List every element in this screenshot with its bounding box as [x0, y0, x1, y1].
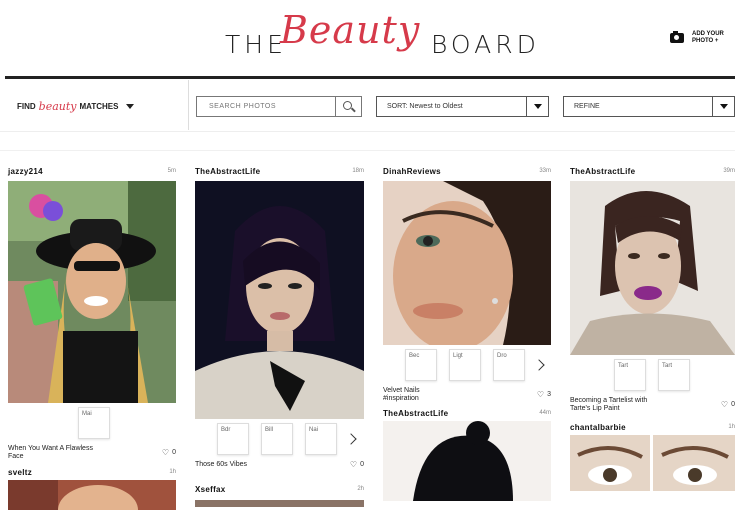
- find-prefix: FIND: [17, 102, 36, 111]
- card-time: 18m: [352, 168, 364, 174]
- sort-value: SORT: Newest to Oldest: [387, 103, 463, 110]
- search-input[interactable]: [197, 97, 335, 116]
- card-photo[interactable]: [383, 421, 551, 501]
- add-photo-label: ADD YOUR PHOTO +: [692, 31, 724, 44]
- site-header: THE Beauty BOARD ADD YOUR PHOTO +: [0, 0, 735, 78]
- like-button[interactable]: ♡ 3: [537, 387, 551, 403]
- like-button[interactable]: ♡ 0: [162, 445, 176, 461]
- card-username[interactable]: Xseffax: [195, 485, 226, 494]
- card-photo[interactable]: [570, 435, 735, 491]
- find-suffix: MATCHES: [79, 102, 119, 111]
- card-photo[interactable]: [570, 181, 735, 355]
- site-logo[interactable]: THE Beauty BOARD: [225, 8, 536, 68]
- product-thumbnail[interactable]: Bill: [261, 423, 293, 455]
- heart-icon: ♡: [536, 390, 545, 399]
- sort-select[interactable]: SORT: Newest to Oldest: [376, 96, 549, 117]
- card-caption: When You Want A Flawless Face: [8, 445, 93, 460]
- chevron-down-icon: [712, 97, 734, 116]
- heart-icon: ♡: [161, 448, 170, 457]
- add-photo-button[interactable]: ADD YOUR PHOTO +: [670, 31, 735, 45]
- card-time: 1h: [169, 469, 176, 475]
- chevron-right-icon[interactable]: [533, 359, 545, 371]
- card-time: 1h: [728, 424, 735, 430]
- photo-card: TheAbstractLife 18m Bdr Bill Nai Those 6…: [195, 165, 364, 507]
- card-time: 44m: [539, 410, 551, 416]
- card-time: 33m: [539, 168, 551, 174]
- refine-value: REFINE: [574, 103, 600, 110]
- product-thumbnail[interactable]: Bec: [405, 349, 437, 381]
- refine-select[interactable]: REFINE: [563, 96, 735, 117]
- card-photo[interactable]: [383, 181, 551, 345]
- search-button[interactable]: [335, 97, 361, 116]
- heart-icon: ♡: [720, 400, 729, 409]
- like-count: 0: [172, 449, 176, 456]
- filter-bar: FIND beauty MATCHES SORT: Newest to Olde…: [0, 80, 735, 130]
- card-username[interactable]: TheAbstractLife: [570, 167, 635, 176]
- card-time: 39m: [723, 168, 735, 174]
- card-photo[interactable]: [195, 497, 364, 507]
- product-thumbnail[interactable]: Dro: [493, 349, 525, 381]
- card-caption: Becoming a Tartelist with Tarte's Lip Pa…: [570, 397, 648, 412]
- product-thumbnail[interactable]: Tart: [614, 359, 646, 391]
- card-username[interactable]: chantalbarbie: [570, 423, 626, 432]
- card-caption: Those 60s Vibes: [195, 461, 248, 468]
- like-count: 0: [731, 401, 735, 408]
- photo-card: TheAbstractLife 39m Tart Tart Becoming a…: [570, 165, 735, 491]
- product-thumbnail[interactable]: Tart: [658, 359, 690, 391]
- like-button[interactable]: ♡ 0: [350, 461, 364, 469]
- filter-rule: [0, 131, 735, 132]
- chevron-down-icon: [526, 97, 548, 116]
- logo-the: THE: [225, 30, 287, 59]
- product-thumbnail[interactable]: Ligt: [449, 349, 481, 381]
- card-photo[interactable]: [195, 181, 364, 419]
- card-photo[interactable]: [8, 480, 176, 510]
- search-box: [196, 96, 362, 117]
- header-rule: [5, 76, 735, 79]
- product-thumbnail[interactable]: Nai: [305, 423, 337, 455]
- card-username[interactable]: DinahReviews: [383, 167, 441, 176]
- search-icon-handle: [351, 107, 356, 113]
- card-username[interactable]: jazzy214: [8, 167, 43, 176]
- photo-card: DinahReviews 33m Bec Ligt Dro Velvet Nai…: [383, 165, 551, 501]
- card-photo[interactable]: [8, 181, 176, 403]
- product-thumbnail[interactable]: Mai: [78, 407, 110, 439]
- card-username[interactable]: sveltz: [8, 468, 32, 477]
- logo-board: BOARD: [431, 30, 540, 59]
- card-time: 2h: [357, 486, 364, 492]
- card-username[interactable]: TheAbstractLife: [383, 409, 448, 418]
- product-thumbnail[interactable]: Bdr: [217, 423, 249, 455]
- feed-rule: [0, 150, 735, 151]
- card-username[interactable]: TheAbstractLife: [195, 167, 260, 176]
- heart-icon: ♡: [349, 460, 358, 469]
- photo-card: jazzy214 5m Mai When You Want A Flawless…: [8, 165, 176, 510]
- like-count: 0: [360, 461, 364, 468]
- card-time: 5m: [167, 168, 176, 174]
- camera-icon: [670, 31, 684, 43]
- card-caption: Velvet Nails #inspiration: [383, 387, 420, 402]
- chevron-down-icon: [126, 104, 135, 109]
- like-button[interactable]: ♡ 0: [721, 397, 735, 413]
- like-count: 3: [547, 391, 551, 398]
- logo-beauty-script: Beauty: [280, 8, 421, 52]
- find-matches-dropdown[interactable]: FIND beauty MATCHES: [17, 100, 135, 113]
- filter-divider: [188, 80, 189, 130]
- find-script: beauty: [38, 100, 77, 113]
- chevron-right-icon[interactable]: [345, 433, 357, 445]
